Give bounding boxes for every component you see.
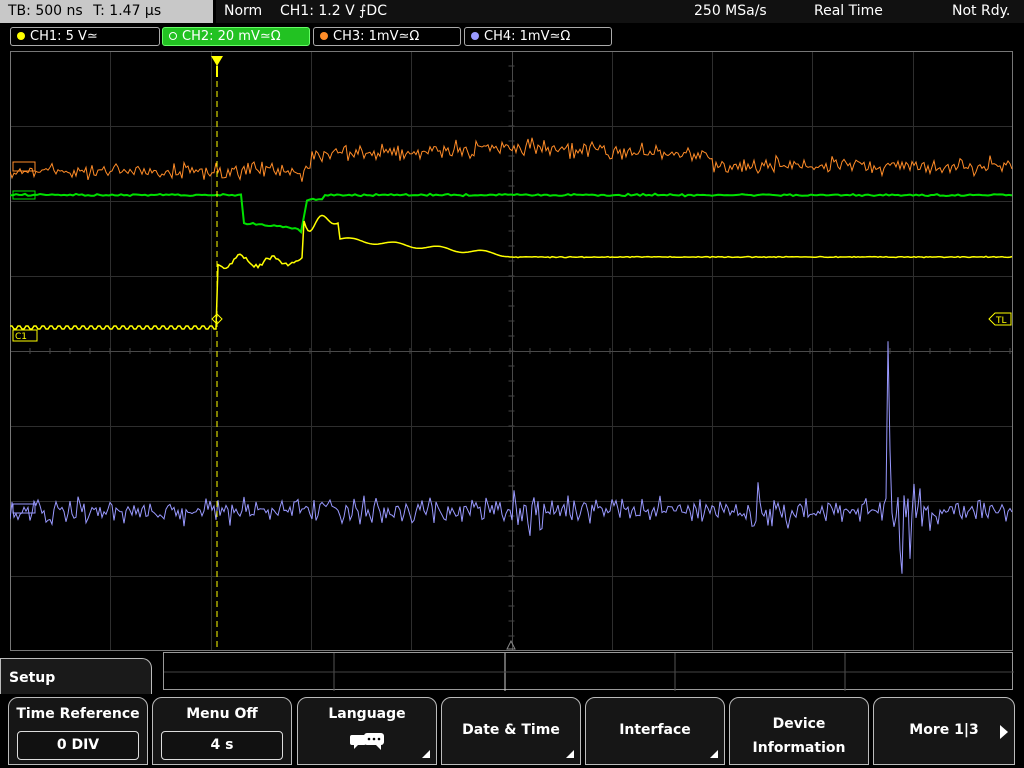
ch2-label: CH2: 20 mV≃Ω [182,29,281,44]
language-label: Language [328,706,406,722]
menu-off-button[interactable]: Menu Off 4 s [152,697,292,765]
interface-label: Interface [619,722,691,738]
ch3-color-dot [320,32,328,40]
ch1-color-dot [17,32,25,40]
device-information-label: Device Information [752,716,846,756]
trigger-info: CH1: 1.2 V ⨍DC [280,3,387,19]
ch2-color-dot [169,32,177,40]
date-time-label: Date & Time [462,722,560,738]
submenu-indicator-icon [566,750,574,758]
next-page-arrow-icon [1000,725,1008,739]
menu-title-tab: Setup [0,658,152,694]
waveform-display[interactable]: C1 TL [10,51,1013,651]
ch4-color-dot [471,32,479,40]
time-reference-button[interactable]: Time Reference 0 DIV [8,697,148,765]
more-label: More 1|3 [909,722,979,738]
timebase-box[interactable]: TB: 500 ns T: 1.47 µs [0,0,213,23]
more-button[interactable]: More 1|3 [873,697,1015,765]
status-bar: Norm CH1: 1.2 V ⨍DC 250 MSa/s Real Time … [216,0,1024,23]
time-reference-value[interactable]: 0 DIV [17,731,139,760]
interface-button[interactable]: Interface [585,697,725,765]
channel-tab-ch2[interactable]: CH2: 20 mV≃Ω [162,27,310,46]
ch4-label: CH4: 1mV≃Ω [484,29,571,44]
channel-tab-ch4[interactable]: CH4: 1mV≃Ω [464,27,612,46]
ch2-waveform [10,192,1013,235]
ch1-ground-label: C1 [15,332,27,342]
device-information-button[interactable]: Device Information [729,697,869,765]
submenu-indicator-icon [710,750,718,758]
ch1-waveform [10,214,1013,330]
acquisition-mode: Real Time [814,3,883,19]
run-state: Not Rdy. [952,3,1011,19]
time-reference-marker-icon [506,639,516,650]
waveform-svg: C1 TL [10,51,1013,651]
info-strip-grid [164,653,1014,691]
channel-tab-ch3[interactable]: CH3: 1mV≃Ω [313,27,461,46]
ch4-waveform [10,341,1013,574]
menu-off-label: Menu Off [186,706,258,722]
date-time-button[interactable]: Date & Time [441,697,581,765]
trigger-time-label: T: 1.47 µs [93,3,162,19]
menu-title: Setup [9,670,56,686]
channel-tab-ch1[interactable]: CH1: 5 V≃ [10,27,160,46]
speech-bubble-icon [350,733,384,750]
submenu-indicator-icon [422,750,430,758]
ch1-label: CH1: 5 V≃ [30,29,98,44]
trigger-position-marker-icon[interactable] [211,56,223,66]
time-reference-label: Time Reference [16,706,140,722]
ch3-ground-marker-icon[interactable] [12,161,36,172]
ch3-label: CH3: 1mV≃Ω [333,29,420,44]
menu-off-value[interactable]: 4 s [161,731,283,760]
language-button[interactable]: Language [297,697,437,765]
trigger-level-label: TL [995,316,1007,326]
trigger-mode: Norm [224,3,263,19]
timebase-label: TB: 500 ns [8,3,83,19]
info-strip [163,652,1014,691]
grid [10,51,1013,651]
sample-rate: 250 MSa/s [694,3,767,19]
ch3-waveform [10,137,1013,182]
